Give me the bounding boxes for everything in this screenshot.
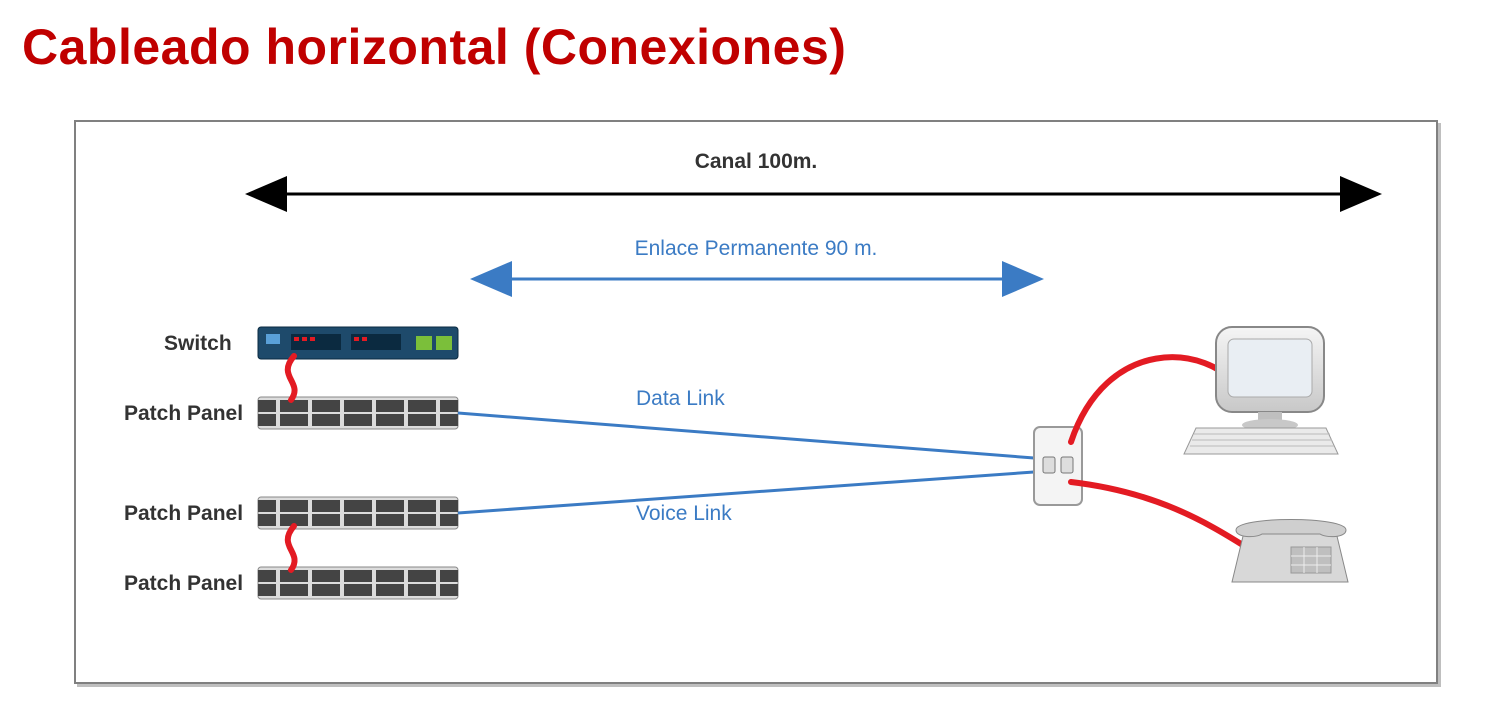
patch-panel-3-icon [258,567,458,599]
switch-icon [258,327,458,359]
diagram-frame: Canal 100m. Enlace Permanente 90 m. Data… [74,120,1438,684]
patch-panel-1-icon [258,397,458,429]
red-cable-outlet-to-phone [1071,482,1246,547]
data-link-line [458,413,1034,458]
red-cable-switch-to-pp1 [288,356,295,400]
page-title: Cableado horizontal (Conexiones) [0,0,1494,76]
red-cable-pp2-to-pp3 [288,526,295,570]
diagram-svg [76,122,1436,682]
telephone-icon [1232,520,1348,583]
voice-link-line [458,472,1034,513]
patch-panel-2-icon [258,497,458,529]
computer-icon [1184,327,1338,454]
